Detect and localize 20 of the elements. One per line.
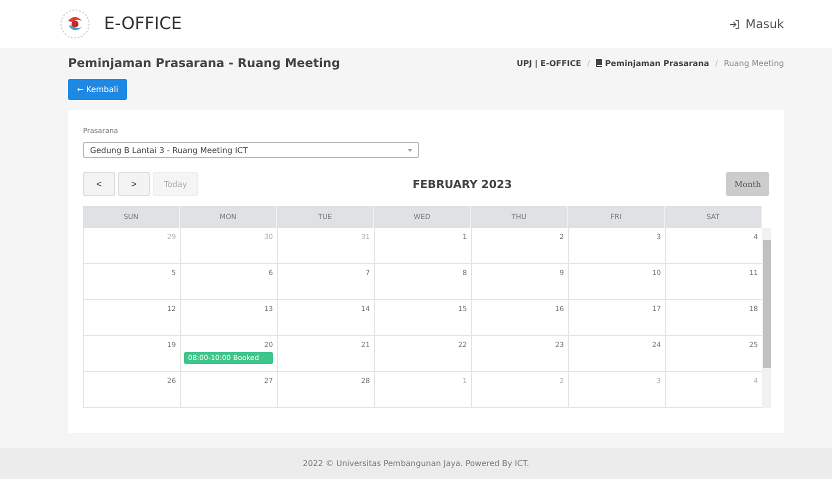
previous-button[interactable]: <	[83, 172, 115, 196]
back-button[interactable]: ← Kembali	[68, 79, 128, 100]
breadcrumb-item[interactable]: Peminjaman Prasarana	[596, 58, 710, 68]
breadcrumb-separator: /	[587, 58, 590, 68]
footer-text: 2022 © Universitas Pembangunan Jaya. Powered By ICT.	[0, 448, 832, 479]
page-title: Peminjaman Prasarana - Ruang Meeting	[68, 56, 340, 70]
next-button[interactable]: >	[118, 172, 150, 196]
breadcrumb-separator: /	[715, 58, 718, 68]
university-logo-icon	[60, 9, 90, 39]
login-icon	[729, 18, 740, 30]
app-name: E-OFFICE	[104, 14, 182, 34]
breadcrumb-item[interactable]: UPJ | E-OFFICE	[516, 58, 582, 68]
book-icon	[596, 59, 602, 67]
month-view-button[interactable]: Month	[726, 172, 769, 196]
facility-select[interactable]: Gedung B Lantai 3 - Ruang Meeting ICT	[83, 142, 419, 158]
caret-icon	[408, 148, 412, 152]
scrollbar[interactable]	[762, 228, 771, 408]
login-link[interactable]: Masuk	[729, 17, 784, 31]
calendar-title: FEBRUARY 2023	[412, 178, 512, 190]
breadcrumb-item: Ruang Meeting	[724, 58, 784, 68]
